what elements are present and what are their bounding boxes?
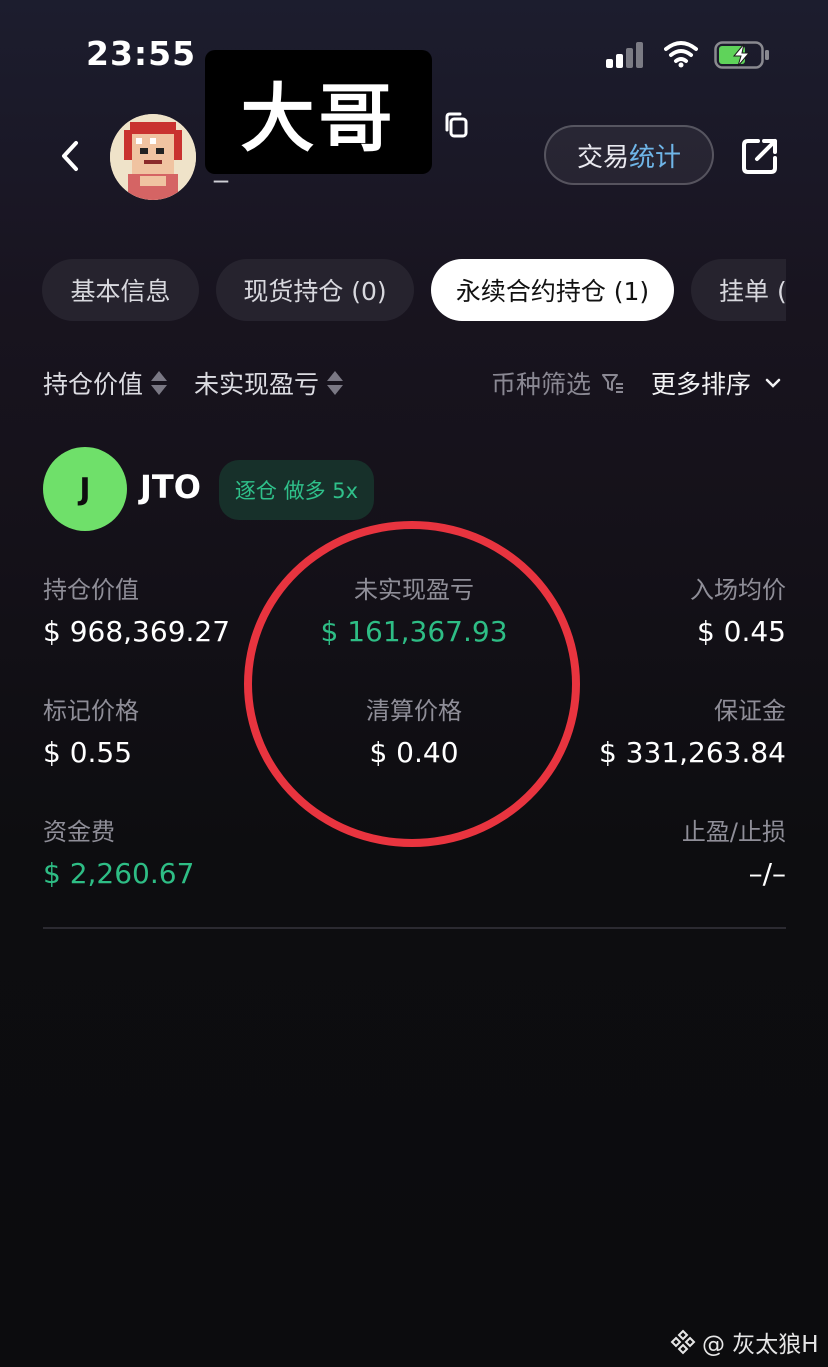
share-external-icon[interactable] — [740, 136, 780, 176]
coin-symbol[interactable]: JTO — [140, 468, 201, 506]
sort-unrealized-pnl-label: 未实现盈亏 — [194, 370, 320, 399]
tab-perpetual-positions[interactable]: 永续合约持仓 (1) — [431, 259, 674, 321]
nickname-label: 大哥 — [205, 50, 432, 174]
entry-price-label: 入场均价 — [690, 576, 786, 604]
battery-charging-icon — [714, 41, 769, 69]
sort-position-value-label: 持仓价值 — [43, 370, 144, 399]
sort-toggle-icon — [151, 370, 168, 396]
divider — [43, 927, 786, 929]
position-value: $ 968,369.27 — [43, 615, 231, 648]
sort-unrealized-pnl[interactable]: 未实现盈亏 — [194, 363, 344, 403]
avatar[interactable] — [110, 114, 196, 200]
nickname-suffix: _ — [214, 150, 228, 183]
copy-icon[interactable] — [442, 110, 470, 140]
sort-toggle-icon — [327, 370, 344, 396]
position-mode-badge: 逐仓 做多 5x — [219, 460, 374, 520]
mark-price-label: 标记价格 — [43, 697, 139, 725]
watermark: @ 灰太狼H — [670, 1325, 819, 1359]
wifi-icon — [664, 41, 698, 68]
mark-price-value: $ 0.55 — [43, 736, 133, 769]
coin-filter-label: 币种筛选 — [491, 370, 592, 399]
status-time: 23:55 — [86, 34, 197, 73]
cellular-signal-icon — [606, 42, 646, 68]
tp-sl-label: 止盈/止损 — [681, 818, 786, 846]
margin-label: 保证金 — [714, 697, 786, 725]
watermark-text: @ 灰太狼H — [702, 1332, 819, 1358]
tab-basic-info[interactable]: 基本信息 — [42, 259, 199, 321]
binance-logo-icon — [670, 1329, 696, 1355]
trade-stats-button[interactable]: 交易 统计 — [544, 125, 714, 185]
coin-avatar: J — [43, 447, 127, 531]
more-sort[interactable]: 更多排序 — [651, 363, 783, 403]
back-chevron-icon[interactable] — [56, 138, 84, 174]
sort-position-value[interactable]: 持仓价值 — [43, 363, 168, 403]
tab-spot-positions[interactable]: 现货持仓 (0) — [216, 259, 414, 321]
tab-open-orders[interactable]: 挂单 ( — [691, 259, 786, 321]
funding-fee-value: $ 2,260.67 — [43, 857, 195, 890]
entry-price-value: $ 0.45 — [696, 615, 786, 648]
margin-value: $ 331,263.84 — [598, 736, 786, 769]
tab-bar: 基本信息 现货持仓 (0) 永续合约持仓 (1) 挂单 ( — [42, 259, 786, 321]
funding-fee-label: 资金费 — [43, 818, 115, 846]
tp-sl-value[interactable]: –/– — [586, 857, 786, 890]
filter-icon — [602, 374, 624, 393]
trade-stats-label-part2: 统计 — [629, 142, 682, 173]
coin-filter[interactable]: 币种筛选 — [491, 363, 625, 403]
highlight-circle-annotation — [244, 521, 580, 847]
position-value-label: 持仓价值 — [43, 576, 139, 604]
more-sort-label: 更多排序 — [651, 370, 752, 399]
trade-stats-label-part1: 交易 — [576, 142, 629, 173]
chevron-down-icon — [765, 378, 781, 388]
